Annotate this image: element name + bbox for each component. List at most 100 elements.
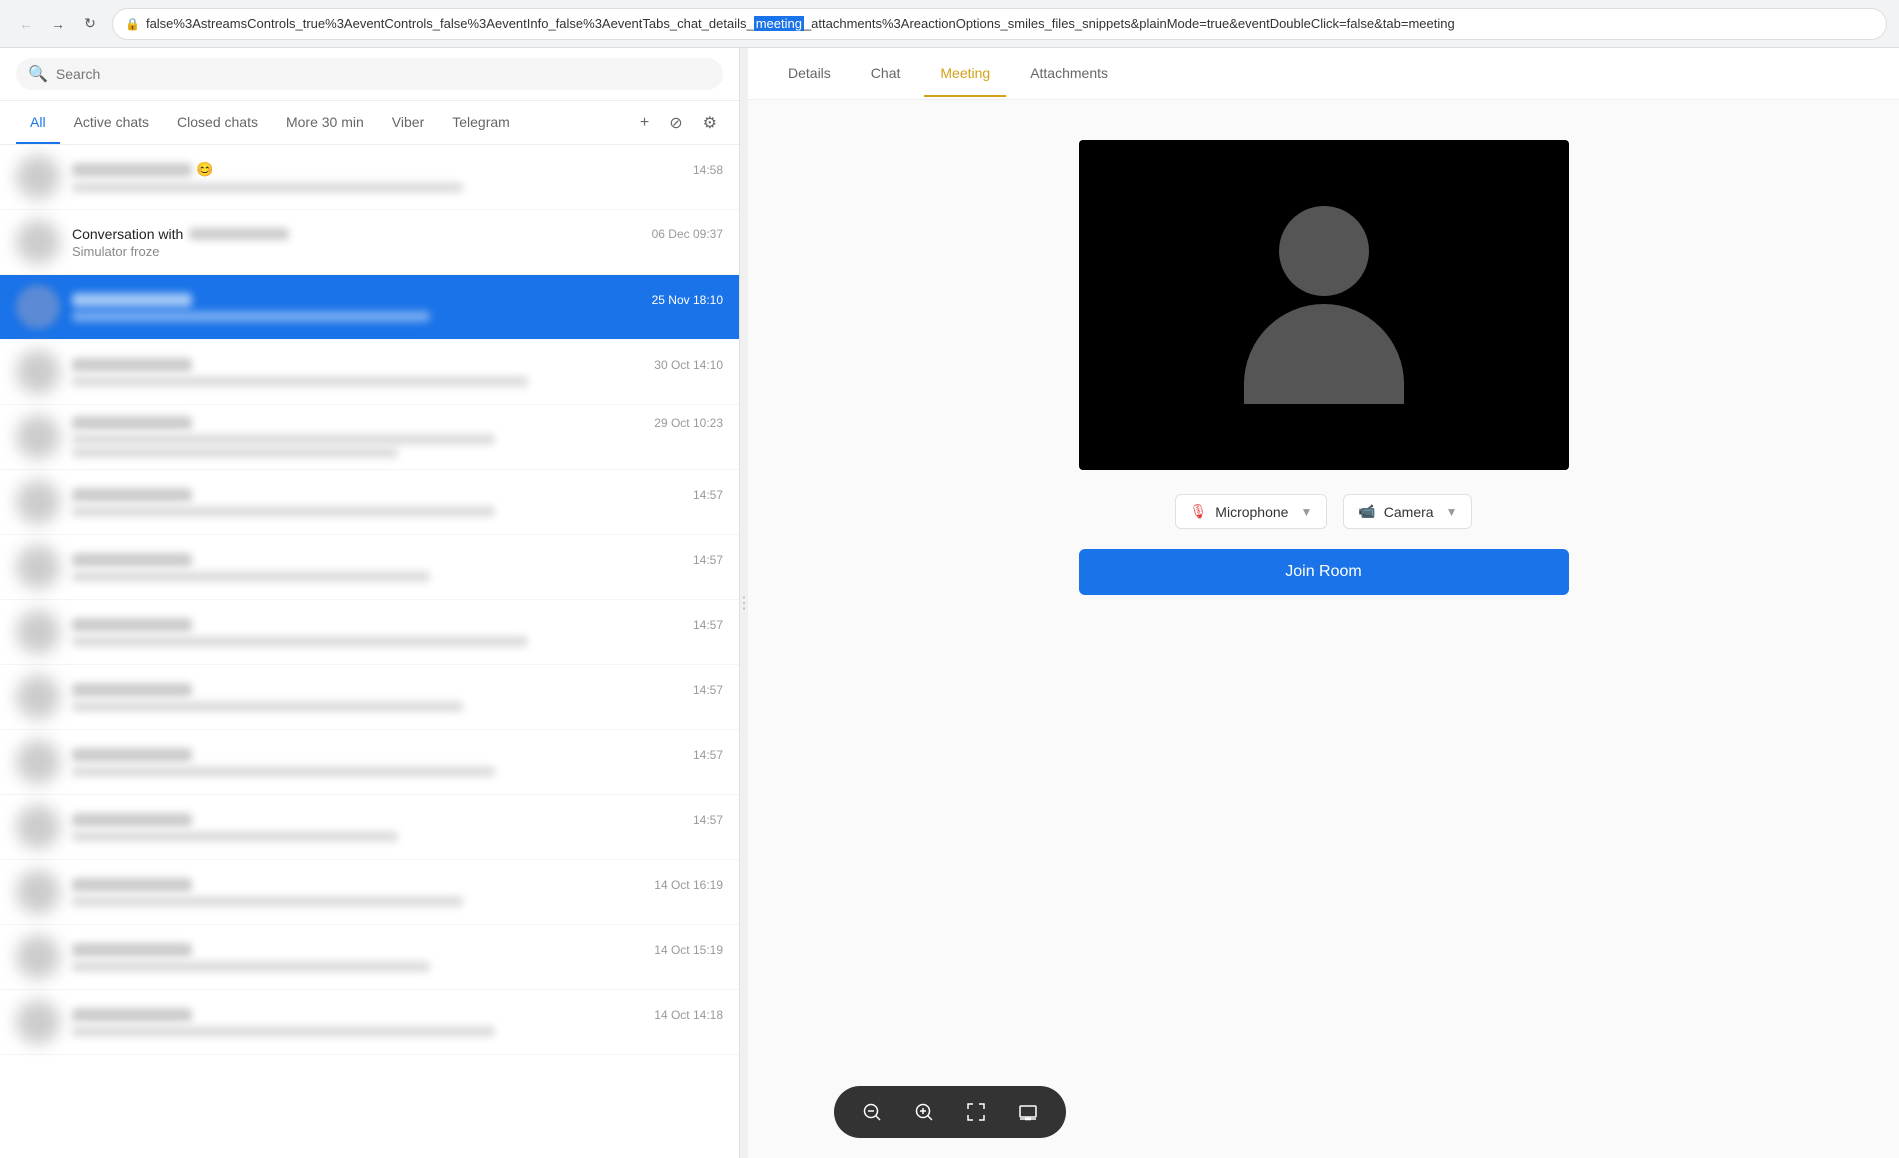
chat-preview-blurred xyxy=(72,311,430,322)
chevron-down-icon: ▼ xyxy=(1300,505,1312,519)
list-item[interactable]: 14:57 xyxy=(0,665,739,730)
chat-time: 14:57 xyxy=(693,813,723,827)
search-input-wrap[interactable]: 🔍 xyxy=(16,58,723,90)
meeting-controls: 🎙 Microphone ▼ 📹 Camera ▼ xyxy=(1175,494,1473,529)
tab-telegram[interactable]: Telegram xyxy=(438,102,524,144)
list-item[interactable]: 14 Oct 15:19 xyxy=(0,925,739,990)
avatar xyxy=(16,935,60,979)
chat-name-blurred xyxy=(189,228,289,240)
tab-more-30-min[interactable]: More 30 min xyxy=(272,102,378,144)
chat-time: 14 Oct 15:19 xyxy=(654,943,723,957)
tab-chat[interactable]: Chat xyxy=(855,51,917,97)
microphone-button[interactable]: 🎙 Microphone ▼ xyxy=(1175,494,1328,529)
avatar xyxy=(16,805,60,849)
list-item[interactable]: 14:57 xyxy=(0,795,739,860)
avatar xyxy=(16,415,60,459)
list-item[interactable]: Conversation with 06 Dec 09:37 Simulator… xyxy=(0,210,739,275)
forward-button[interactable]: → xyxy=(44,10,72,38)
browser-chrome: ← → ↻ 🔒 false%3AstreamsControls_true%3Ae… xyxy=(0,0,1899,48)
tabs-bar: All Active chats Closed chats More 30 mi… xyxy=(0,101,739,145)
reload-button[interactable]: ↻ xyxy=(76,10,104,38)
tabs-actions: + ⊘ ⚙ xyxy=(634,109,723,137)
tab-details[interactable]: Details xyxy=(772,51,847,97)
chat-time: 06 Dec 09:37 xyxy=(652,227,723,241)
search-icon: 🔍 xyxy=(28,64,48,84)
tab-meeting[interactable]: Meeting xyxy=(924,51,1006,97)
list-item[interactable]: 😊 14:58 xyxy=(0,145,739,210)
microphone-label: Microphone xyxy=(1215,504,1288,520)
chat-name-blurred xyxy=(72,163,192,177)
camera-icon: 📹 xyxy=(1358,503,1375,520)
chat-info: Conversation with 06 Dec 09:37 Simulator… xyxy=(72,226,723,259)
zoom-out-icon xyxy=(862,1102,882,1122)
list-item[interactable]: 29 Oct 10:23 xyxy=(0,405,739,470)
avatar xyxy=(16,870,60,914)
avatar-head xyxy=(1279,206,1369,296)
tab-active-chats[interactable]: Active chats xyxy=(60,102,163,144)
list-item[interactable]: 14 Oct 16:19 xyxy=(0,860,739,925)
list-item[interactable]: 14:57 xyxy=(0,730,739,795)
avatar xyxy=(16,740,60,784)
add-chat-button[interactable]: + xyxy=(634,110,655,136)
app-container: 🔍 All Active chats Closed chats More 30 … xyxy=(0,48,1899,1158)
fullscreen-icon xyxy=(966,1102,986,1122)
chevron-down-icon: ▼ xyxy=(1446,505,1458,519)
avatar-placeholder xyxy=(1244,206,1404,404)
avatar xyxy=(16,285,60,329)
fullscreen-button[interactable] xyxy=(958,1094,994,1130)
list-item[interactable]: 14:57 xyxy=(0,535,739,600)
chat-name: Conversation with xyxy=(72,226,183,242)
panel-divider[interactable]: ⋮ xyxy=(740,48,748,1158)
cast-button[interactable] xyxy=(1010,1094,1046,1130)
list-item[interactable]: 14 Oct 14:18 xyxy=(0,990,739,1055)
tab-viber[interactable]: Viber xyxy=(378,102,438,144)
avatar xyxy=(16,545,60,589)
tab-closed-chats[interactable]: Closed chats xyxy=(163,102,272,144)
join-room-button[interactable]: Join Room xyxy=(1079,549,1569,595)
avatar xyxy=(16,610,60,654)
chat-time: 14 Oct 16:19 xyxy=(654,878,723,892)
list-item[interactable]: 25 Nov 18:10 xyxy=(0,275,739,340)
right-tabs: Details Chat Meeting Attachments xyxy=(748,48,1899,100)
avatar xyxy=(16,155,60,199)
chat-time: 29 Oct 10:23 xyxy=(654,416,723,430)
chat-time: 14:58 xyxy=(693,163,723,177)
zoom-out-button[interactable] xyxy=(854,1094,890,1130)
emoji-badge: 😊 xyxy=(196,161,213,178)
avatar xyxy=(16,350,60,394)
search-bar: 🔍 xyxy=(0,48,739,101)
back-button[interactable]: ← xyxy=(12,10,40,38)
zoom-in-button[interactable] xyxy=(906,1094,942,1130)
chat-preview-blurred xyxy=(72,182,463,193)
search-input[interactable] xyxy=(56,66,711,82)
tab-attachments[interactable]: Attachments xyxy=(1014,51,1124,97)
tab-all[interactable]: All xyxy=(16,102,60,144)
avatar xyxy=(16,675,60,719)
chat-time: 25 Nov 18:10 xyxy=(652,293,723,307)
chat-preview: Simulator froze xyxy=(72,244,723,259)
chat-info: 😊 14:58 xyxy=(72,161,723,193)
avatar xyxy=(16,1000,60,1044)
list-item[interactable]: 14:57 xyxy=(0,470,739,535)
avatar xyxy=(16,220,60,264)
camera-label: Camera xyxy=(1384,504,1434,520)
chat-name-blurred xyxy=(72,293,192,307)
chat-time: 14:57 xyxy=(693,553,723,567)
settings-button[interactable]: ⚙ xyxy=(697,109,723,137)
right-panel: Details Chat Meeting Attachments 🎙 Micro… xyxy=(748,48,1899,1158)
avatar xyxy=(16,480,60,524)
camera-button[interactable]: 📹 Camera ▼ xyxy=(1343,494,1472,529)
chat-time: 14:57 xyxy=(693,618,723,632)
list-item[interactable]: 14:57 xyxy=(0,600,739,665)
cast-icon xyxy=(1018,1102,1038,1122)
chat-time: 14:57 xyxy=(693,683,723,697)
chat-time: 14:57 xyxy=(693,748,723,762)
chat-list: 😊 14:58 Conversation with xyxy=(0,145,739,1158)
filter-button[interactable]: ⊘ xyxy=(663,109,688,137)
microphone-icon: 🎙 xyxy=(1190,503,1208,520)
video-container xyxy=(1079,140,1569,470)
list-item[interactable]: 30 Oct 14:10 xyxy=(0,340,739,405)
address-bar[interactable]: 🔒 false%3AstreamsControls_true%3AeventCo… xyxy=(112,8,1887,40)
zoom-in-icon xyxy=(914,1102,934,1122)
chat-time: 14 Oct 14:18 xyxy=(654,1008,723,1022)
